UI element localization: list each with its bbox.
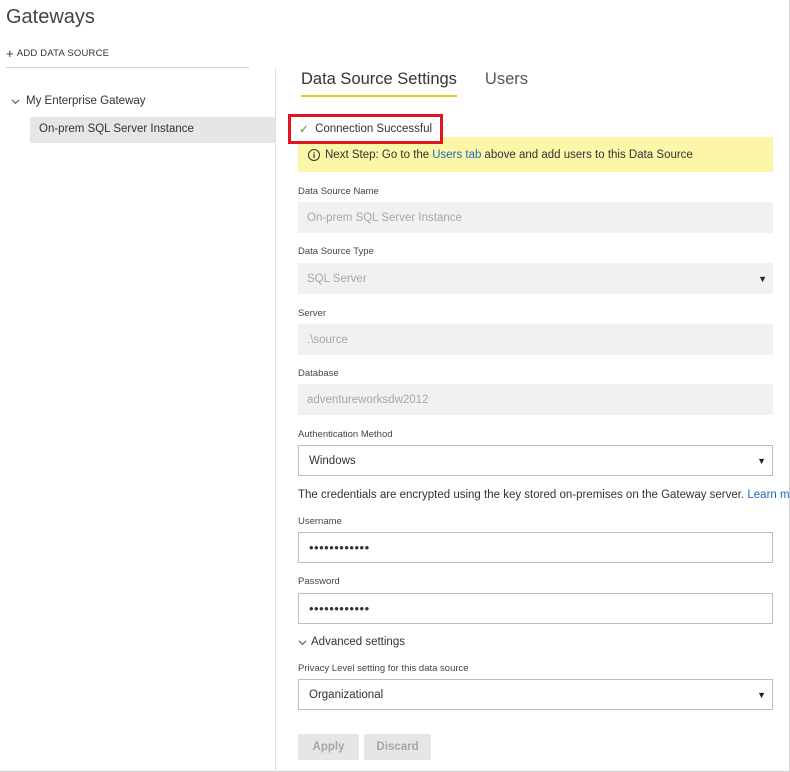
caret-down-icon: ▼ [757, 689, 766, 700]
data-source-type-label: Data Source Type [298, 246, 374, 257]
privacy-level-value: Organizational [309, 688, 384, 701]
data-source-name-field: On-prem SQL Server Instance [298, 202, 773, 233]
learn-more-link[interactable]: Learn more [747, 489, 790, 501]
server-field: .\source [298, 324, 773, 355]
window-frame: Gateways + ADD DATA SOURCE My Enterprise… [0, 0, 790, 772]
username-value: •••••••••••• [309, 540, 370, 555]
privacy-level-label: Privacy Level setting for this data sour… [298, 663, 469, 674]
server-label: Server [298, 308, 326, 319]
auth-method-select[interactable]: Windows ▼ [298, 445, 773, 476]
data-source-name-label: Data Source Name [298, 186, 379, 197]
password-input[interactable]: •••••••••••• [298, 593, 773, 624]
check-icon: ✓ [299, 122, 310, 136]
credentials-note: The credentials are encrypted using the … [298, 489, 790, 501]
add-data-source-button[interactable]: + ADD DATA SOURCE [6, 45, 110, 61]
users-tab-link[interactable]: Users tab [432, 149, 481, 161]
database-label: Database [298, 368, 339, 379]
credentials-text: The credentials are encrypted using the … [298, 489, 745, 501]
apply-button[interactable]: Apply [298, 734, 359, 760]
left-divider [6, 67, 249, 68]
tree-gateway-node[interactable]: My Enterprise Gateway [11, 95, 146, 107]
notice-suffix: above and add users to this Data Source [484, 148, 693, 161]
tab-users[interactable]: Users [485, 70, 528, 97]
gateway-label: My Enterprise Gateway [26, 95, 146, 107]
connection-status: ✓ Connection Successful [288, 114, 443, 144]
advanced-settings-label: Advanced settings [311, 636, 405, 648]
privacy-level-select[interactable]: Organizational ▼ [298, 679, 773, 710]
password-label: Password [298, 576, 340, 587]
password-value: •••••••••••• [309, 601, 370, 616]
database-field: adventureworksdw2012 [298, 384, 773, 415]
username-label: Username [298, 516, 342, 527]
plus-icon: + [6, 45, 14, 61]
panel-divider [275, 68, 276, 772]
info-icon: i [308, 148, 320, 161]
data-source-type-value: SQL Server [307, 272, 367, 285]
tree-item-datasource[interactable]: On-prem SQL Server Instance [30, 117, 275, 143]
discard-button[interactable]: Discard [364, 734, 431, 760]
advanced-settings-toggle[interactable]: Advanced settings [298, 636, 405, 648]
status-message: Connection Successful [315, 123, 433, 135]
tab-bar: Data Source Settings Users [301, 70, 556, 97]
notice-prefix: Next Step: Go to the [325, 148, 430, 161]
caret-down-icon: ▼ [757, 455, 766, 466]
data-source-type-select: SQL Server ▼ [298, 263, 773, 294]
auth-method-value: Windows [309, 454, 356, 467]
username-input[interactable]: •••••••••••• [298, 532, 773, 563]
chevron-down-icon [11, 98, 20, 104]
auth-method-label: Authentication Method [298, 429, 393, 440]
page-title: Gateways [6, 6, 95, 28]
add-data-source-label: ADD DATA SOURCE [16, 48, 110, 59]
chevron-down-icon [298, 639, 307, 645]
caret-down-icon: ▼ [758, 273, 767, 284]
tab-data-source-settings[interactable]: Data Source Settings [301, 70, 457, 97]
